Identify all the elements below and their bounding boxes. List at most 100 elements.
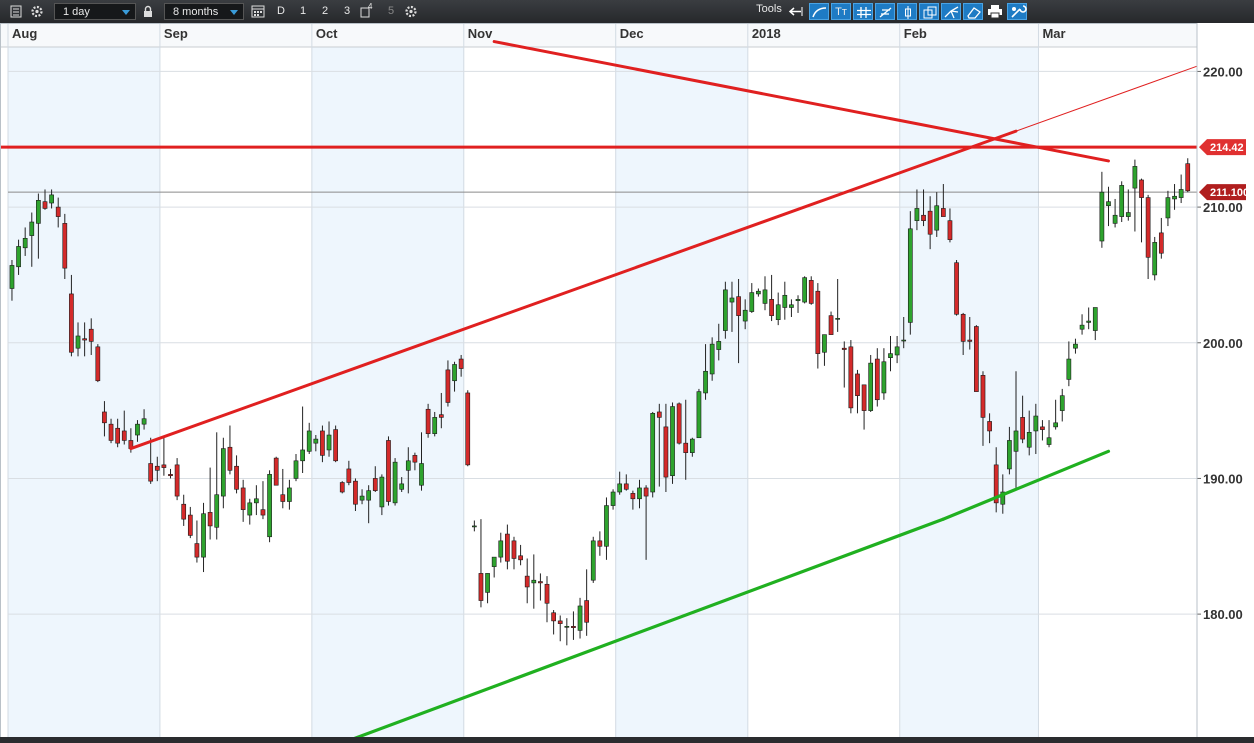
candle[interactable] bbox=[822, 334, 827, 366]
period-button-5[interactable]: 5 bbox=[384, 3, 398, 20]
candle[interactable] bbox=[531, 554, 537, 609]
candle[interactable] bbox=[723, 281, 728, 339]
candle[interactable] bbox=[472, 520, 477, 532]
period-button-1[interactable]: 1 bbox=[296, 3, 310, 20]
candle[interactable] bbox=[795, 295, 801, 313]
candle[interactable] bbox=[557, 615, 563, 642]
candle[interactable] bbox=[95, 344, 101, 383]
print-icon[interactable] bbox=[985, 3, 1005, 20]
lock-icon[interactable] bbox=[140, 3, 156, 20]
candle[interactable] bbox=[670, 402, 675, 484]
candle[interactable] bbox=[161, 436, 167, 476]
candle[interactable] bbox=[386, 436, 391, 506]
candle[interactable] bbox=[907, 211, 913, 335]
eraser-icon[interactable] bbox=[963, 3, 983, 20]
candle[interactable] bbox=[604, 497, 609, 560]
candle[interactable] bbox=[485, 573, 490, 604]
candle[interactable] bbox=[306, 422, 312, 455]
candle[interactable] bbox=[240, 479, 246, 522]
candle[interactable] bbox=[234, 455, 239, 494]
candle[interactable] bbox=[300, 406, 305, 474]
candle[interactable] bbox=[1112, 198, 1118, 228]
candle[interactable] bbox=[610, 489, 616, 510]
candle[interactable] bbox=[571, 611, 576, 640]
candle[interactable] bbox=[1092, 307, 1098, 341]
candle[interactable] bbox=[1099, 171, 1105, 248]
candle[interactable] bbox=[590, 536, 596, 583]
candle[interactable] bbox=[201, 502, 206, 573]
candle[interactable] bbox=[888, 335, 893, 372]
grid-icon[interactable] bbox=[853, 3, 873, 20]
chart-area[interactable]: Aug Sep Oct Nov Dec 2018 Feb Mar 220.00 210.00 200… bbox=[0, 23, 1254, 743]
bottom-scrollbar[interactable] bbox=[0, 737, 1254, 743]
candlestick-chart[interactable]: Aug Sep Oct Nov Dec 2018 Feb Mar 220.00 210.00 200… bbox=[0, 23, 1254, 743]
candle[interactable] bbox=[1086, 307, 1092, 330]
candle[interactable] bbox=[538, 573, 543, 601]
range-select[interactable]: 8 months bbox=[164, 3, 244, 20]
candle[interactable] bbox=[1119, 181, 1125, 223]
candle[interactable] bbox=[187, 506, 193, 539]
period-button-3[interactable]: 3 bbox=[340, 3, 354, 20]
pitchfork-icon[interactable] bbox=[941, 3, 961, 20]
candle[interactable] bbox=[1172, 184, 1177, 210]
candle[interactable] bbox=[808, 276, 814, 305]
candle[interactable] bbox=[1073, 338, 1078, 354]
candle[interactable] bbox=[848, 340, 854, 414]
candle[interactable] bbox=[855, 369, 860, 414]
candle[interactable] bbox=[577, 597, 583, 639]
candle[interactable] bbox=[194, 520, 200, 563]
candle[interactable] bbox=[1059, 388, 1065, 422]
candle[interactable] bbox=[280, 468, 286, 509]
back-arrow-icon[interactable] bbox=[786, 3, 806, 20]
candle[interactable] bbox=[287, 479, 292, 510]
candle[interactable] bbox=[676, 402, 682, 445]
text-tool-icon[interactable]: Tт bbox=[831, 3, 851, 20]
candle[interactable] bbox=[874, 348, 880, 407]
candle[interactable] bbox=[293, 454, 299, 482]
gear-icon[interactable] bbox=[28, 3, 46, 20]
candle[interactable] bbox=[650, 411, 656, 498]
candle[interactable] bbox=[1040, 420, 1045, 441]
candle[interactable] bbox=[339, 481, 345, 494]
candle[interactable] bbox=[1178, 174, 1184, 204]
candle[interactable] bbox=[762, 276, 768, 311]
candle[interactable] bbox=[709, 337, 715, 381]
candle[interactable] bbox=[544, 576, 550, 623]
calendar-icon[interactable] bbox=[249, 3, 267, 20]
candle[interactable] bbox=[974, 325, 979, 392]
candle[interactable] bbox=[247, 498, 253, 525]
candle[interactable] bbox=[1125, 189, 1131, 221]
candle[interactable] bbox=[775, 292, 781, 326]
settings-icon[interactable] bbox=[1007, 3, 1027, 20]
candle-icon[interactable] bbox=[897, 3, 917, 20]
candle[interactable] bbox=[954, 260, 959, 316]
curve-tool-icon[interactable] bbox=[809, 3, 829, 20]
candle[interactable] bbox=[511, 536, 517, 570]
candle[interactable] bbox=[333, 425, 338, 463]
candle[interactable] bbox=[505, 524, 510, 570]
candle[interactable] bbox=[1066, 341, 1072, 387]
candle[interactable] bbox=[518, 544, 523, 566]
period-button-d[interactable]: D bbox=[273, 3, 289, 20]
candle[interactable] bbox=[174, 458, 180, 501]
candle[interactable] bbox=[498, 532, 504, 563]
candle[interactable] bbox=[1158, 217, 1164, 259]
candle[interactable] bbox=[1165, 190, 1171, 227]
fib-tool-icon[interactable] bbox=[875, 3, 895, 20]
candle[interactable] bbox=[1046, 420, 1052, 448]
candle[interactable] bbox=[1079, 314, 1085, 335]
candle[interactable] bbox=[802, 276, 807, 304]
candle[interactable] bbox=[267, 470, 272, 543]
candle[interactable] bbox=[584, 569, 589, 636]
candle[interactable] bbox=[1053, 399, 1058, 430]
candle[interactable] bbox=[260, 481, 266, 520]
candle[interactable] bbox=[815, 283, 821, 369]
gear-icon[interactable] bbox=[402, 3, 420, 20]
candle[interactable] bbox=[841, 341, 847, 388]
candle[interactable] bbox=[214, 432, 220, 540]
candle[interactable] bbox=[551, 610, 556, 635]
candle[interactable] bbox=[465, 390, 471, 467]
candle[interactable] bbox=[181, 494, 187, 526]
candle[interactable] bbox=[491, 556, 497, 578]
candle[interactable] bbox=[478, 519, 484, 608]
